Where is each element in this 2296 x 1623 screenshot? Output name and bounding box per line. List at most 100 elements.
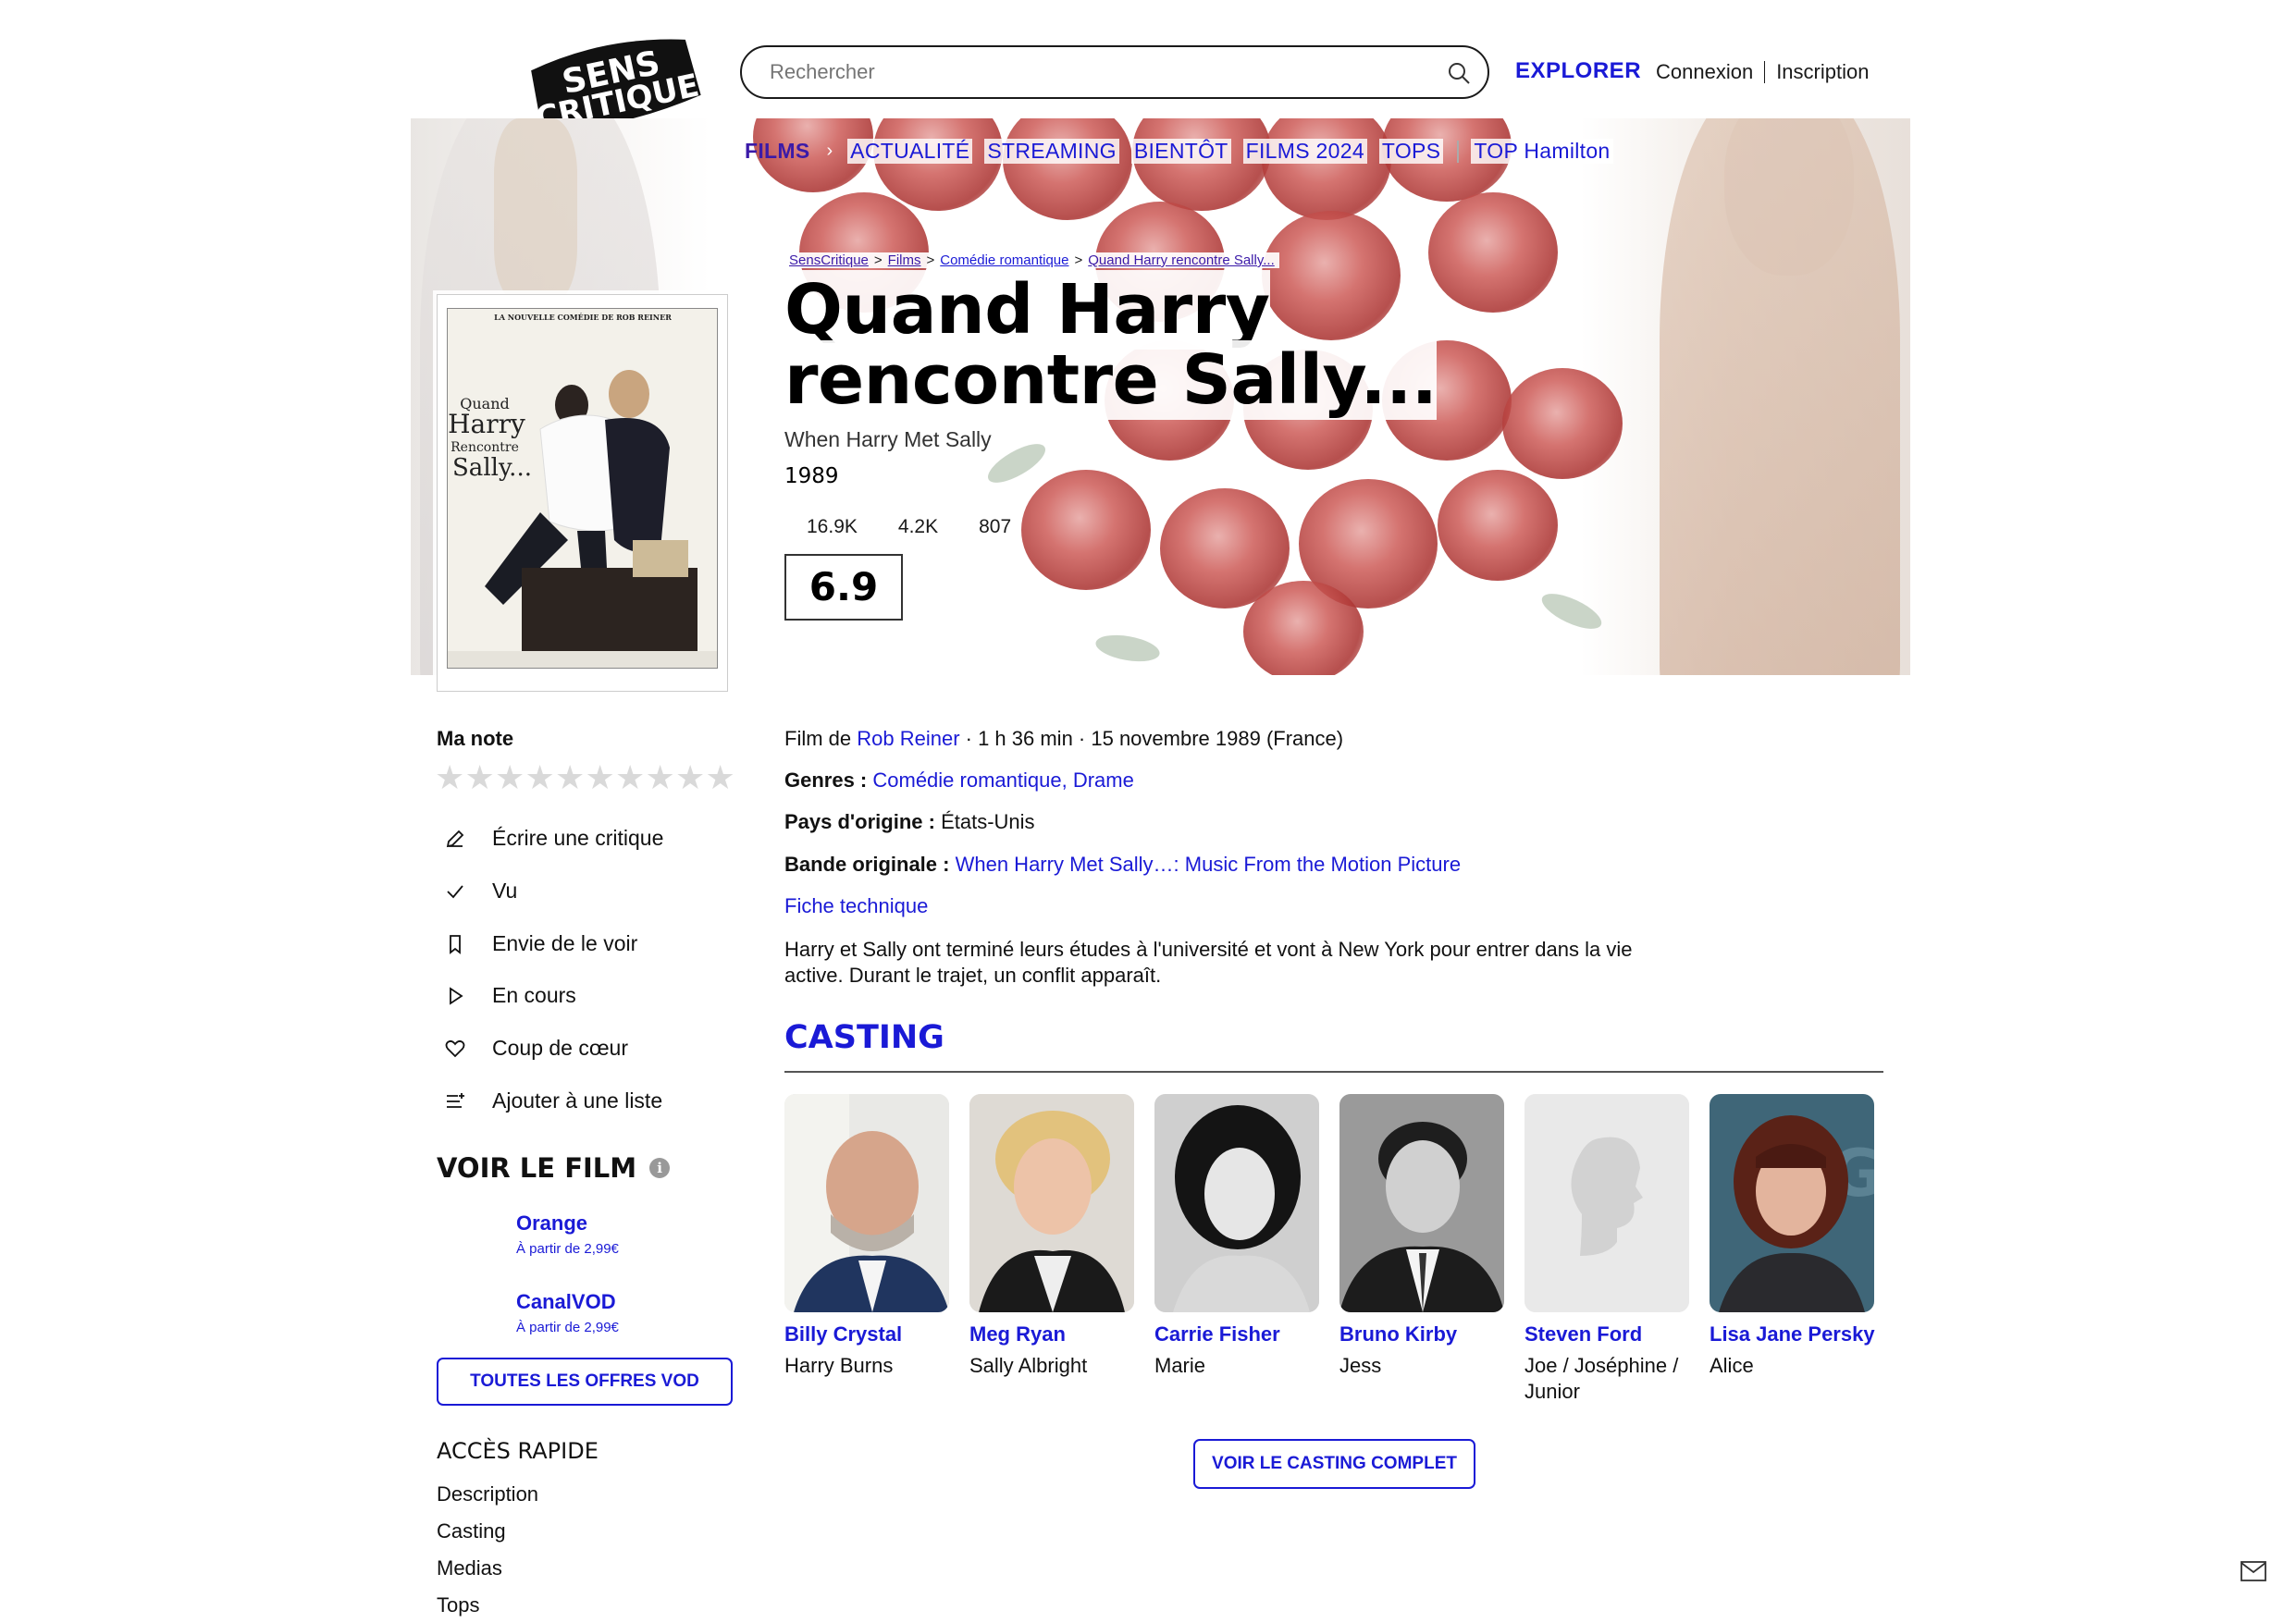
star-icon[interactable]: ★ — [586, 760, 616, 797]
nav-top-hamilton[interactable]: TOP Hamilton — [1471, 139, 1613, 164]
rating-stars: ★ ★ ★ ★ ★ ★ ★ ★ ★ ★ — [435, 760, 735, 797]
explorer-link[interactable]: EXPLORER — [1515, 58, 1641, 84]
quick-link-tops[interactable]: Tops — [437, 1593, 479, 1617]
technical-sheet-link[interactable]: Fiche technique — [784, 894, 928, 917]
country-line: Pays d'origine : États-Unis — [784, 810, 1035, 834]
write-review-button[interactable]: Écrire une critique — [444, 826, 663, 851]
list-add-icon — [447, 1092, 464, 1108]
actor-photo[interactable] — [784, 1094, 949, 1312]
movie-stats: 16.9K 4.2K 807 — [807, 516, 1052, 538]
vod-offer-orange[interactable]: Orange À partir de 2,99€ — [516, 1211, 619, 1257]
actor-name[interactable]: Carrie Fisher — [1154, 1322, 1321, 1347]
cast-card[interactable]: Carrie Fisher Marie — [1154, 1094, 1321, 1379]
movie-title: Quand Harry rencontre Sally... — [784, 270, 1438, 420]
star-icon[interactable]: ★ — [646, 760, 676, 797]
breadcrumb-current[interactable]: Quand Harry rencontre Sally... — [1085, 252, 1277, 268]
info-icon[interactable]: i — [649, 1158, 671, 1178]
cast-card[interactable]: Billy Crystal Harry Burns — [784, 1094, 951, 1379]
action-label: Envie de le voir — [492, 931, 638, 955]
star-icon[interactable]: ★ — [555, 760, 586, 797]
breadcrumb-senscritique[interactable]: SensCritique — [786, 252, 871, 268]
actor-photo[interactable] — [969, 1094, 1134, 1312]
watch-title-text: VOIR LE FILM — [437, 1152, 637, 1184]
add-to-list-button[interactable]: Ajouter à une liste — [444, 1088, 662, 1113]
all-vod-offers-button[interactable]: TOUTES LES OFFRES VOD — [437, 1358, 733, 1406]
cast-card[interactable]: Steven Ford Joe / Joséphine / Junior — [1524, 1094, 1691, 1405]
movie-poster[interactable]: LA NOUVELLE COMÉDIE DE ROB REINER Quand … — [437, 294, 728, 692]
actor-photo[interactable]: GA — [1710, 1094, 1874, 1312]
actor-photo-placeholder[interactable] — [1524, 1094, 1689, 1312]
genres-line: Genres : Comédie romantique, Drame — [784, 768, 1134, 793]
cast-card[interactable]: Bruno Kirby Jess — [1339, 1094, 1506, 1379]
vod-offer-canalvod[interactable]: CanalVOD À partir de 2,99€ — [516, 1290, 619, 1335]
fiche-line: Fiche technique — [784, 894, 928, 918]
nav-films[interactable]: FILMS — [742, 139, 813, 164]
star-icon[interactable]: ★ — [525, 760, 556, 797]
cast-card[interactable]: Meg Ryan Sally Albright — [969, 1094, 1136, 1379]
favorite-button[interactable]: Coup de cœur — [444, 1036, 628, 1061]
star-icon[interactable]: ★ — [495, 760, 525, 797]
heart-icon — [445, 1039, 465, 1057]
soundtrack-link[interactable]: When Harry Met Sally…: Music From the Mo… — [956, 853, 1461, 876]
star-icon[interactable]: ★ — [435, 760, 465, 797]
star-icon[interactable]: ★ — [706, 760, 736, 797]
genres-label: Genres : — [784, 768, 873, 792]
mail-icon[interactable] — [2240, 1561, 2266, 1581]
actor-photo[interactable] — [1154, 1094, 1319, 1312]
director-link[interactable]: Rob Reiner — [857, 727, 959, 750]
breadcrumb: SensCritique > Films > Comédie romantique >… — [784, 252, 1279, 268]
character-name: Sally Albright — [969, 1354, 1088, 1377]
actor-name[interactable]: Meg Ryan — [969, 1322, 1136, 1347]
page-title: Quand Harry rencontre Sally... — [784, 270, 1571, 420]
actor-name[interactable]: Bruno Kirby — [1339, 1322, 1506, 1347]
wishlist-button[interactable]: Envie de le voir — [444, 931, 637, 956]
character-name: Jess — [1339, 1354, 1382, 1377]
actor-name[interactable]: Billy Crystal — [784, 1322, 951, 1347]
auth-links: Connexion Inscription — [1656, 60, 1869, 84]
nav-tops[interactable]: TOPS — [1378, 139, 1444, 164]
character-name: Joe / Joséphine / Junior — [1524, 1354, 1679, 1403]
nav-streaming[interactable]: STREAMING — [984, 139, 1119, 164]
release-year: 1989 — [784, 464, 839, 488]
login-link[interactable]: Connexion — [1656, 60, 1753, 84]
breadcrumb-separator: > — [926, 252, 935, 268]
quick-link-medias[interactable]: Medias — [437, 1556, 502, 1580]
soundtrack-label: Bande originale : — [784, 853, 956, 876]
full-casting-button[interactable]: VOIR LE CASTING COMPLET — [1193, 1439, 1475, 1489]
genre-link[interactable]: Drame — [1073, 768, 1134, 792]
actor-name[interactable]: Lisa Jane Persky — [1710, 1322, 1876, 1347]
action-label: Ajouter à une liste — [492, 1088, 663, 1113]
action-label: Coup de cœur — [492, 1036, 629, 1060]
breadcrumb-genre[interactable]: Comédie romantique — [937, 252, 1071, 268]
quick-link-casting[interactable]: Casting — [437, 1519, 506, 1543]
nav-divider — [1457, 140, 1460, 163]
original-title: When Harry Met Sally — [784, 427, 994, 452]
star-icon[interactable]: ★ — [615, 760, 646, 797]
check-icon — [447, 884, 463, 898]
nav-bientot[interactable]: BIENTÔT — [1130, 139, 1231, 164]
average-score[interactable]: 6.9 — [784, 554, 903, 621]
quick-link-description[interactable]: Description — [437, 1482, 538, 1506]
star-icon[interactable]: ★ — [675, 760, 706, 797]
search-input[interactable] — [770, 47, 1417, 97]
actor-name[interactable]: Steven Ford — [1524, 1322, 1691, 1347]
character-name: Marie — [1154, 1354, 1206, 1377]
film-meta: Film de Rob Reiner · 1 h 36 min · 15 nov… — [784, 727, 1343, 751]
action-label: Écrire une critique — [492, 826, 664, 850]
nav-films-2024[interactable]: FILMS 2024 — [1242, 139, 1367, 164]
cast-card[interactable]: GA Lisa Jane Persky Alice — [1710, 1094, 1876, 1379]
stat-ratings-count: 16.9K — [807, 516, 858, 538]
in-progress-button[interactable]: En cours — [444, 983, 576, 1008]
search-icon[interactable] — [1447, 61, 1471, 85]
star-icon[interactable]: ★ — [465, 760, 496, 797]
seen-button[interactable]: Vu — [444, 879, 517, 904]
genre-link[interactable]: Comédie romantique — [872, 768, 1061, 792]
signup-link[interactable]: Inscription — [1776, 60, 1869, 84]
breadcrumb-films[interactable]: Films — [885, 252, 924, 268]
actor-photo[interactable] — [1339, 1094, 1504, 1312]
search-bar[interactable] — [740, 45, 1489, 99]
film-by-label: Film de — [784, 727, 858, 750]
casting-title: CASTING — [784, 1019, 944, 1056]
character-name: Alice — [1710, 1354, 1754, 1377]
nav-actualite[interactable]: ACTUALITÉ — [847, 139, 973, 164]
